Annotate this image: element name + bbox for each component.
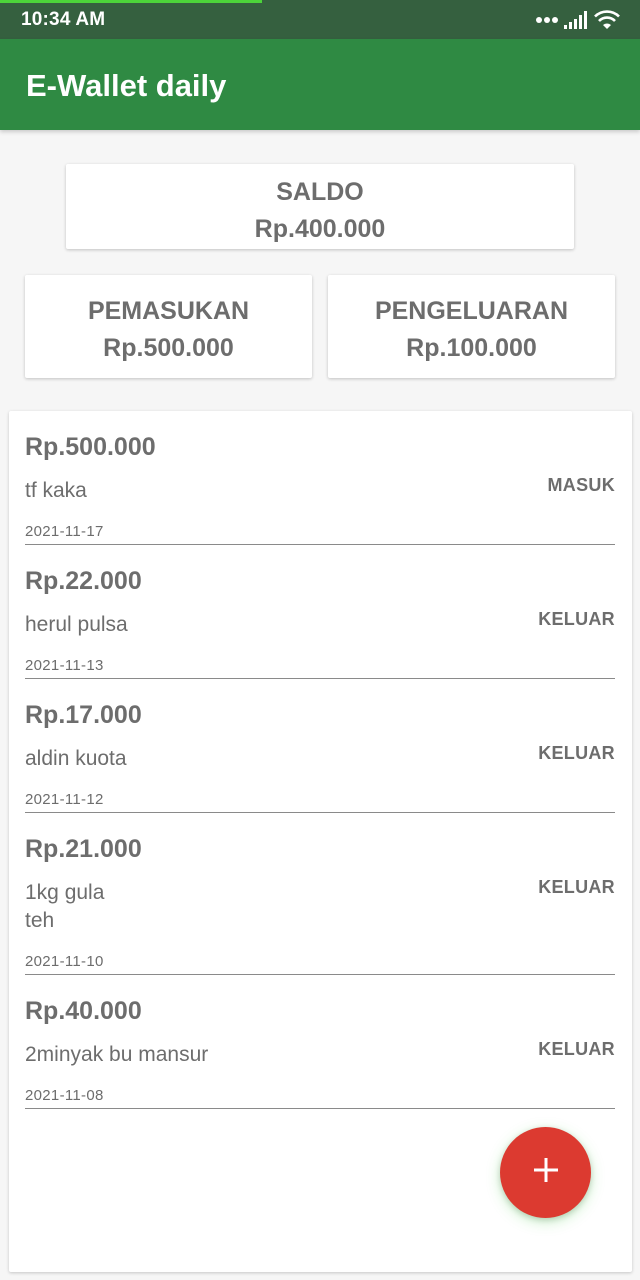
saldo-label: SALDO [276, 178, 364, 206]
app-bar: E-Wallet daily [0, 39, 640, 130]
transaction-amount: Rp.500.000 [25, 433, 156, 461]
transaction-amount: Rp.17.000 [25, 701, 142, 729]
transaction-item[interactable]: Rp.17.000 aldin kuota 2021-11-12 KELUAR [25, 679, 615, 813]
transaction-note-line: teh [25, 909, 55, 932]
transaction-note-line: 1kg gula [25, 881, 105, 904]
transaction-amount: Rp.22.000 [25, 567, 142, 595]
transaction-note: 1kg gula teh [25, 879, 425, 935]
saldo-card: SALDO Rp.400.000 [66, 164, 574, 249]
transaction-type: KELUAR [538, 877, 615, 897]
add-transaction-button[interactable] [500, 1127, 591, 1218]
transaction-note: tf kaka [25, 477, 425, 505]
transaction-item[interactable]: Rp.22.000 herul pulsa 2021-11-13 KELUAR [25, 545, 615, 679]
transaction-amount: Rp.21.000 [25, 835, 142, 863]
status-bar: 10:34 AM [0, 0, 640, 39]
transaction-type: KELUAR [538, 743, 615, 763]
transaction-note: 2minyak bu mansur [25, 1041, 425, 1069]
transaction-amount: Rp.40.000 [25, 997, 142, 1025]
pengeluaran-label: PENGELUARAN [374, 297, 569, 325]
transaction-date: 2021-11-08 [25, 1087, 104, 1104]
transaction-note-line: aldin kuota [25, 747, 127, 770]
transaction-date: 2021-11-17 [25, 523, 104, 540]
transaction-type: KELUAR [538, 1039, 615, 1059]
transaction-date: 2021-11-12 [25, 791, 104, 808]
plus-icon [533, 1157, 559, 1188]
pengeluaran-card: PENGELUARAN Rp.100.000 [328, 275, 615, 378]
transaction-date: 2021-11-13 [25, 657, 104, 674]
status-time: 10:34 AM [21, 9, 106, 30]
transaction-item[interactable]: Rp.500.000 tf kaka 2021-11-17 MASUK [25, 411, 615, 545]
transaction-note: aldin kuota [25, 745, 425, 773]
pemasukan-card: PEMASUKAN Rp.500.000 [25, 275, 312, 378]
pemasukan-value: Rp.500.000 [103, 334, 234, 362]
app-title: E-Wallet daily [26, 68, 227, 103]
transaction-date: 2021-11-10 [25, 953, 104, 970]
page-load-progress [0, 0, 262, 3]
transaction-note-line: 2minyak bu mansur [25, 1043, 209, 1066]
transaction-item[interactable]: Rp.40.000 2minyak bu mansur 2021-11-08 K… [25, 975, 615, 1109]
transaction-note-line: tf kaka [25, 479, 87, 502]
saldo-value: Rp.400.000 [254, 215, 386, 243]
status-icons [536, 8, 620, 32]
transaction-item[interactable]: Rp.21.000 1kg gula teh 2021-11-10 KELUAR [25, 813, 615, 975]
transaction-note-line: herul pulsa [25, 613, 128, 636]
transaction-note: herul pulsa [25, 611, 425, 639]
pemasukan-label: PEMASUKAN [87, 297, 250, 325]
transaction-type: KELUAR [538, 609, 615, 629]
transaction-type: MASUK [547, 475, 615, 495]
pengeluaran-value: Rp.100.000 [406, 334, 537, 362]
more-dots-icon [536, 16, 558, 24]
wifi-icon [594, 10, 620, 30]
signal-icon [564, 11, 588, 29]
